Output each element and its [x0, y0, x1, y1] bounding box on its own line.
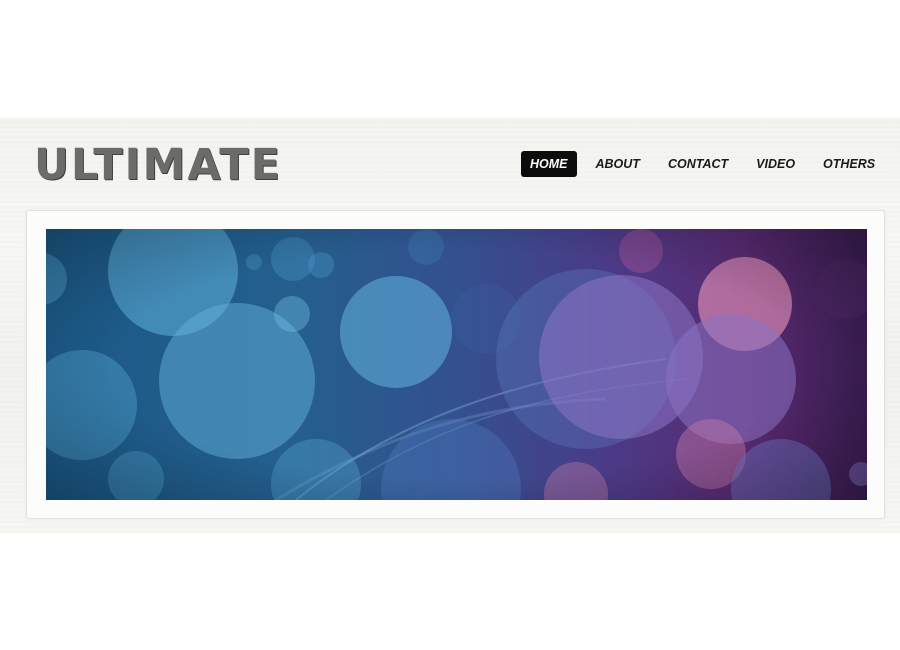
- main-nav: HOME ABOUT CONTACT VIDEO OTHERS: [521, 150, 884, 177]
- bokeh-circles-image: [46, 229, 867, 500]
- nav-others-link[interactable]: OTHERS: [814, 151, 884, 177]
- nav-video-link[interactable]: VIDEO: [747, 151, 804, 177]
- site-logo[interactable]: ULTIMATE: [34, 140, 282, 190]
- nav-home-link[interactable]: HOME: [521, 150, 577, 177]
- nav-contact-link[interactable]: CONTACT: [659, 151, 737, 177]
- banner-vignette: [46, 229, 867, 500]
- nav-about-link[interactable]: ABOUT: [587, 151, 649, 177]
- hero-banner: [46, 229, 867, 500]
